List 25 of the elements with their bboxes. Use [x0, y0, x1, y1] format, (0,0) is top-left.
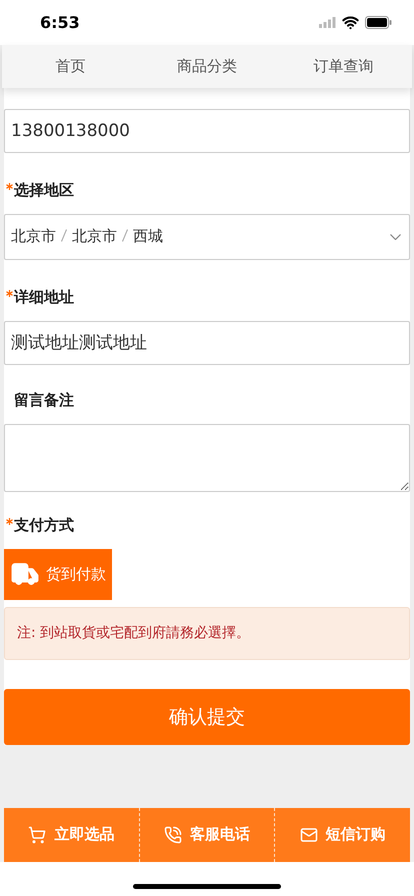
nav-tab[interactable]: 首页 — [2, 44, 139, 88]
field-label: 留言备注 — [13, 390, 75, 411]
phone-icon — [164, 826, 182, 844]
field-label: 支付方式 — [4, 492, 410, 549]
field-label: 选择地区 — [4, 152, 410, 214]
separator-icon — [122, 229, 128, 242]
phone-field[interactable]: 13800138000 — [4, 108, 410, 153]
required-mark-icon — [6, 290, 13, 297]
cart-icon — [28, 826, 46, 844]
nav-tab[interactable]: 商品分类 — [138, 44, 276, 88]
battery-icon — [365, 16, 392, 29]
separator-icon — [61, 229, 67, 242]
address-field[interactable]: 测试地址测试地址 — [4, 320, 410, 365]
status-time: 6:53 — [40, 12, 80, 32]
nav-tab[interactable]: 订单查询 — [275, 44, 412, 88]
required-mark-icon — [6, 518, 13, 525]
mail-icon — [300, 826, 318, 844]
required-mark-icon — [6, 182, 13, 190]
chevron-icon — [390, 234, 401, 240]
wifi-icon — [342, 14, 359, 31]
notice-text: 注: 到站取貨或宅配到府請務必選擇。 — [4, 606, 410, 660]
signal-icon — [319, 16, 336, 28]
note-field[interactable] — [4, 424, 410, 492]
region-select[interactable]: 北京市 北京市 西城 — [4, 214, 410, 260]
field-label: 详细地址 — [4, 260, 410, 321]
